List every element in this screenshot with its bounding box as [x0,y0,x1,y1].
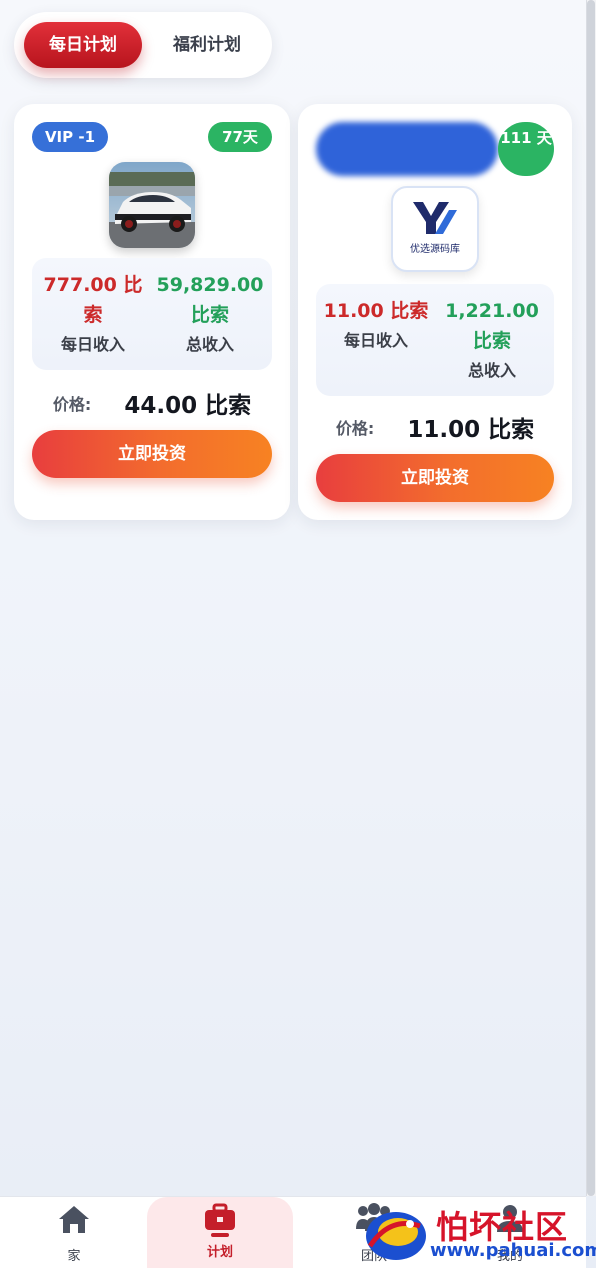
daily-income-col: 11.00 比索 每日收入 [320,296,432,356]
nav-home[interactable]: 家 [34,1197,114,1268]
price-label: 价格: [52,395,92,414]
plan-card: 111 天 优选源码库 11.00 比索 每日收入 1,221.00 比索 总收… [298,104,572,520]
home-icon [59,1206,89,1233]
watermark-url: www.pahuai.com [430,1240,596,1261]
total-income-label: 总收入 [185,335,234,354]
briefcase-icon [205,1203,235,1237]
vip-badge: VIP -1 [32,122,108,152]
daily-income-value: 11.00 比索 [323,300,429,322]
price-value: 44.00 比索 [124,393,252,419]
yx-logo-icon [413,202,457,234]
blurred-plan-name [316,122,498,176]
plan-card: VIP -1 77天 777.00 比索 每日收入 59,829.00 比索 总… [14,104,290,520]
price-label: 价格: [335,419,375,438]
days-badge: 111 天 [498,122,554,176]
scrollbar-track[interactable] [586,0,596,1196]
daily-income-label: 每日收入 [60,335,125,354]
plan-tabbar: 每日计划 福利计划 [14,12,272,78]
invest-now-button[interactable]: 立即投资 [316,454,554,502]
total-income-col: 1,221.00 比索 总收入 [438,296,546,386]
daily-income-value: 777.00 比索 [43,274,143,326]
nav-plan[interactable]: 计划 [147,1197,293,1268]
days-badge: 77天 [208,122,272,152]
scrollbar-thumb[interactable] [587,0,595,1196]
price-row: 价格: 11.00 比索 [298,410,572,444]
daily-income-col: 777.00 比索 每日收入 [38,270,148,360]
watermark: 怕坏社区 www.pahuai.com [350,1196,596,1268]
price-value: 11.00 比索 [407,417,535,443]
price-row: 价格: 44.00 比索 [14,386,290,420]
watermark-logo-icon [366,1212,426,1260]
tab-welfare-plan[interactable]: 福利计划 [152,22,262,68]
plan-thumbnail-logo: 优选源码库 [391,186,479,272]
total-income-label: 总收入 [467,361,516,380]
invest-now-button[interactable]: 立即投资 [32,430,272,478]
income-stats: 777.00 比索 每日收入 59,829.00 比索 总收入 [32,258,272,370]
tab-daily-plan[interactable]: 每日计划 [24,22,142,68]
total-income-value: 1,221.00 比索 [445,300,539,352]
daily-income-label: 每日收入 [343,331,408,350]
total-income-col: 59,829.00 比索 总收入 [152,270,268,360]
car-image [109,162,195,248]
income-stats: 11.00 比索 每日收入 1,221.00 比索 总收入 [316,284,554,396]
plan-thumbnail-car [109,162,195,248]
nav-home-label: 家 [67,1249,81,1264]
nav-plan-label: 计划 [206,1245,233,1260]
logo-caption: 优选源码库 [410,244,460,255]
total-income-value: 59,829.00 比索 [156,274,264,326]
